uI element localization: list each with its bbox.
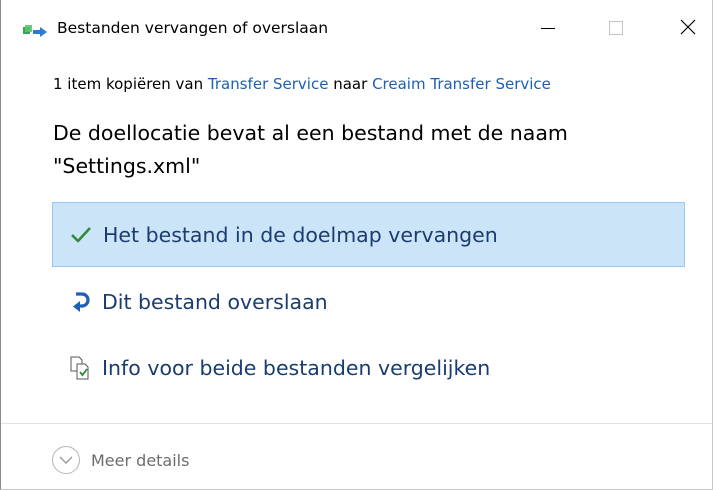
more-details-toggle[interactable]: Meer details bbox=[52, 446, 189, 474]
footer-divider bbox=[1, 423, 712, 424]
conflict-message: De doellocatie bevat al een bestand met … bbox=[53, 117, 673, 183]
conflict-message-line1: De doellocatie bevat al een bestand met … bbox=[53, 121, 568, 145]
more-details-label: Meer details bbox=[91, 450, 190, 470]
skip-file-option[interactable]: Dit bestand overslaan bbox=[52, 269, 685, 334]
replace-or-skip-dialog: Bestanden vervangen of overslaan 1 item … bbox=[0, 0, 713, 490]
minimize-button[interactable] bbox=[525, 8, 571, 50]
compare-files-icon bbox=[68, 356, 92, 380]
chevron-down-circle-icon bbox=[52, 446, 80, 474]
destination-folder-link[interactable]: Creaim Transfer Service bbox=[372, 75, 551, 93]
skip-arrow-icon bbox=[68, 290, 92, 314]
copy-source-line: 1 item kopiëren van Transfer Service naa… bbox=[53, 75, 551, 93]
replace-file-option[interactable]: Het bestand in de doelmap vervangen bbox=[52, 202, 685, 267]
source-folder-link[interactable]: Transfer Service bbox=[208, 75, 329, 93]
close-button[interactable] bbox=[665, 8, 711, 50]
file-transfer-icon bbox=[23, 24, 49, 38]
title-bar[interactable]: Bestanden vervangen of overslaan bbox=[1, 0, 712, 58]
maximize-icon bbox=[609, 20, 623, 39]
compare-files-label: Info voor beide bestanden vergelijken bbox=[102, 355, 491, 380]
skip-file-label: Dit bestand overslaan bbox=[102, 289, 328, 314]
minimize-icon bbox=[541, 20, 555, 39]
replace-file-label: Het bestand in de doelmap vervangen bbox=[103, 222, 498, 247]
compare-files-option[interactable]: Info voor beide bestanden vergelijken bbox=[52, 335, 685, 400]
conflict-filename: "Settings.xml" bbox=[53, 154, 201, 178]
maximize-button[interactable] bbox=[593, 8, 639, 50]
copy-prefix-text: 1 item kopiëren van bbox=[53, 75, 204, 93]
checkmark-icon bbox=[69, 223, 93, 247]
window-title: Bestanden vervangen of overslaan bbox=[57, 19, 329, 37]
copy-middle-text: naar bbox=[333, 75, 368, 93]
close-icon bbox=[680, 19, 696, 39]
